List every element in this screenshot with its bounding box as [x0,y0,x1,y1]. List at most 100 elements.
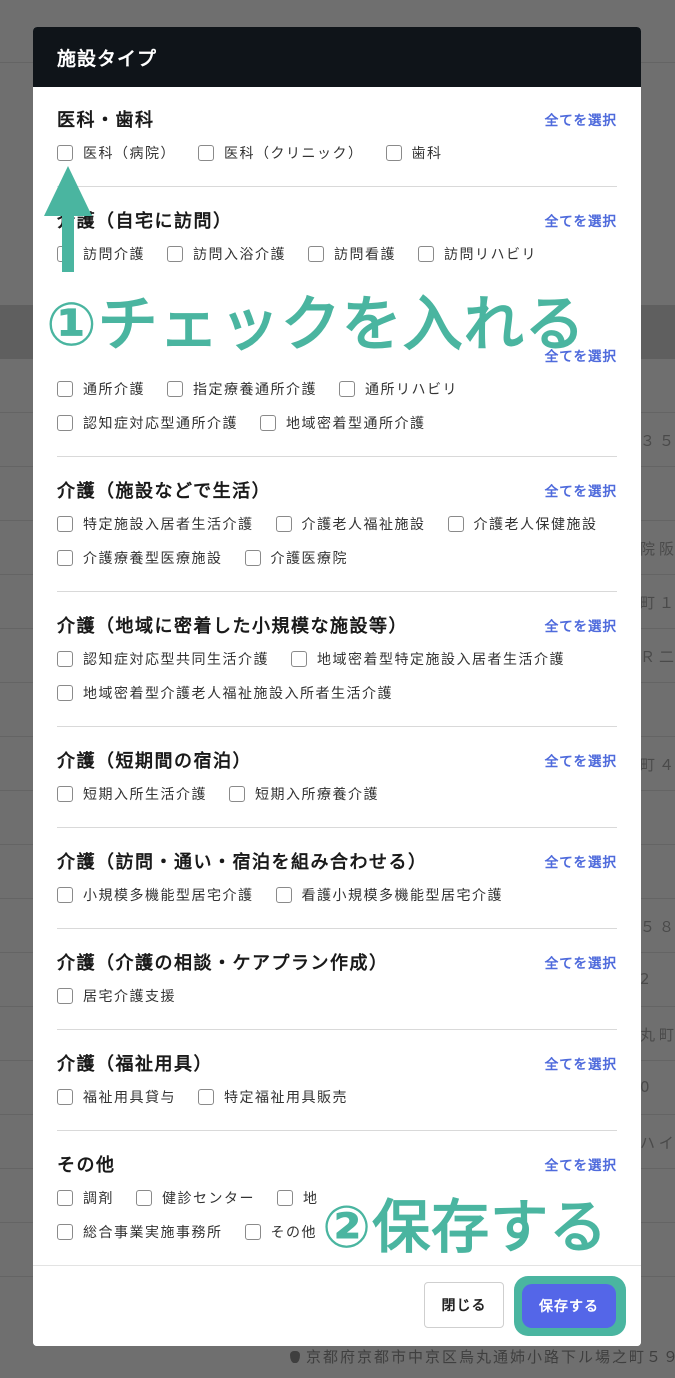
checkbox[interactable] [339,381,355,397]
facility-option[interactable]: 指定療養通所介護 [167,379,317,399]
facility-option[interactable]: 介護老人福祉施設 [275,514,426,534]
checkbox[interactable] [136,1190,152,1206]
checkbox[interactable] [167,246,183,262]
facility-option[interactable]: 短期入所生活介護 [57,784,207,804]
checkbox[interactable] [291,651,307,667]
select-all-link[interactable]: 全てを選択 [545,750,617,770]
checkbox[interactable] [57,516,73,532]
category-section: 介護（福祉用具） 全てを選択福祉用具貸与 特定福祉用具販売 [57,1031,617,1131]
checkbox[interactable] [57,145,73,161]
checkbox[interactable] [275,887,292,903]
facility-option[interactable]: その他 [244,1222,318,1242]
facility-option[interactable]: 介護医療院 [244,548,349,568]
bg-fragment: 町４６ [640,756,675,774]
checkbox[interactable] [57,1190,73,1206]
checkbox[interactable] [57,1089,73,1105]
checkbox[interactable] [57,550,73,566]
facility-option[interactable]: 地域密着型特定施設入居者生活介護 [291,649,565,669]
checkbox[interactable] [198,1089,214,1105]
facility-option[interactable]: 福祉用具貸与 [57,1087,176,1107]
checkbox[interactable] [244,1224,261,1240]
select-all-link[interactable]: 全てを選択 [545,1053,617,1073]
map-pin-icon [290,1351,300,1363]
facility-option[interactable]: 認知症対応型通所介護 [57,413,238,433]
checkbox[interactable] [57,988,73,1004]
option-row: 短期入所生活介護 短期入所療養介護 [57,784,617,804]
select-all-link[interactable]: 全てを選択 [545,1154,617,1174]
facility-option[interactable]: 居宅介護支援 [57,986,176,1006]
facility-option[interactable]: 介護老人保健施設 [447,514,598,534]
select-all-link[interactable]: 全てを選択 [545,109,617,129]
option-label: 地域密着型特定施設入居者生活介護 [317,652,565,668]
select-all-link[interactable]: 全てを選択 [545,851,617,871]
checkbox[interactable] [260,415,276,431]
select-all-link[interactable]: 全てを選択 [545,480,617,500]
option-label: 訪問看護 [334,247,396,263]
option-label: 認知症対応型通所介護 [83,416,238,432]
option-label: 認知症対応型共同生活介護 [83,652,269,668]
option-label: 調剤 [83,1191,114,1207]
facility-option[interactable]: 医科（クリニック） [198,143,364,163]
facility-option[interactable]: 地域密着型介護老人福祉施設入所者生活介護 [57,683,393,703]
checkbox[interactable] [308,246,324,262]
checkbox[interactable] [57,415,73,431]
checkbox[interactable] [57,381,73,397]
facility-option[interactable]: 医科（病院） [57,143,176,163]
checkbox[interactable] [167,381,183,397]
checkbox[interactable] [57,651,73,667]
checkbox[interactable] [275,516,292,532]
checkbox[interactable] [57,786,73,802]
facility-option[interactable]: 特定福祉用具販売 [198,1087,348,1107]
option-row: 居宅介護支援 [57,986,617,1006]
facility-option[interactable]: 訪問入浴介護 [167,244,286,264]
facility-option[interactable]: 地域密着型通所介護 [260,413,426,433]
option-row: 福祉用具貸与 特定福祉用具販売 [57,1087,617,1107]
facility-option[interactable]: 看護小規模多機能型居宅介護 [275,885,504,905]
option-row: 小規模多機能型居宅介護 看護小規模多機能型居宅介護 [57,885,617,905]
checkbox[interactable] [447,516,464,532]
modal-footer: 閉じる 保存する [33,1265,641,1346]
section-title: 介護（訪問・通い・宿泊を組み合わせる） [57,852,428,873]
option-label: 地域密着型通所介護 [286,416,426,432]
checkbox[interactable] [418,246,434,262]
facility-option[interactable]: 訪問看護 [308,244,396,264]
facility-option[interactable]: 認知症対応型共同生活介護 [57,649,269,669]
checkbox[interactable] [385,145,402,161]
facility-option[interactable]: 訪問リハビリ [418,244,537,264]
checkbox[interactable] [57,887,73,903]
facility-option[interactable]: 通所介護 [57,379,145,399]
checkbox[interactable] [229,786,245,802]
category-section: 介護（短期間の宿泊） 全てを選択 短期入所生活介護 短期入所療養介護 [57,728,617,828]
facility-option[interactable]: 短期入所療養介護 [229,784,379,804]
checkbox[interactable] [57,685,73,701]
facility-option[interactable]: 健診センター [136,1188,255,1208]
option-label: 短期入所療養介護 [255,787,379,803]
option-label: 通所介護 [83,382,145,398]
option-label: 福祉用具貸与 [83,1090,176,1106]
option-label: 介護老人福祉施設 [301,517,426,533]
facility-option[interactable]: 歯科 [385,143,443,163]
close-button[interactable]: 閉じる [424,1282,504,1328]
facility-option[interactable]: 総合事業実施事務所 [57,1222,223,1242]
select-all-link[interactable]: 全てを選択 [545,210,617,230]
checkbox[interactable] [277,1190,293,1206]
facility-option[interactable]: 通所リハビリ [339,379,458,399]
section-header: 介護（地域に密着した小規模な施設等） 全てを選択 [57,615,617,637]
bg-fragment: 0 [640,1078,654,1096]
select-all-link[interactable]: 全てを選択 [545,615,617,635]
section-header: 医科・歯科 全てを選択 [57,109,617,131]
save-button[interactable]: 保存する [522,1284,616,1328]
section-header: 介護（介護の相談・ケアプラン作成） 全てを選択 [57,952,617,974]
option-row: 認知症対応型共同生活介護 地域密着型特定施設入居者生活介護 [57,649,617,669]
facility-option[interactable]: 特定施設入居者生活介護 [57,514,254,534]
bg-fragment: ハイツ [640,1134,675,1152]
section-header: 介護（福祉用具） 全てを選択 [57,1053,617,1075]
checkbox[interactable] [244,550,261,566]
checkbox[interactable] [57,1224,73,1240]
facility-option[interactable]: 調剤 [57,1188,114,1208]
facility-option[interactable]: 介護療養型医療施設 [57,548,223,568]
facility-option[interactable]: 小規模多機能型居宅介護 [57,885,254,905]
category-section: 医科・歯科 全てを選択 医科（病院） 医科（クリニック） 歯科 [57,87,617,187]
select-all-link[interactable]: 全てを選択 [545,952,617,972]
checkbox[interactable] [198,145,214,161]
